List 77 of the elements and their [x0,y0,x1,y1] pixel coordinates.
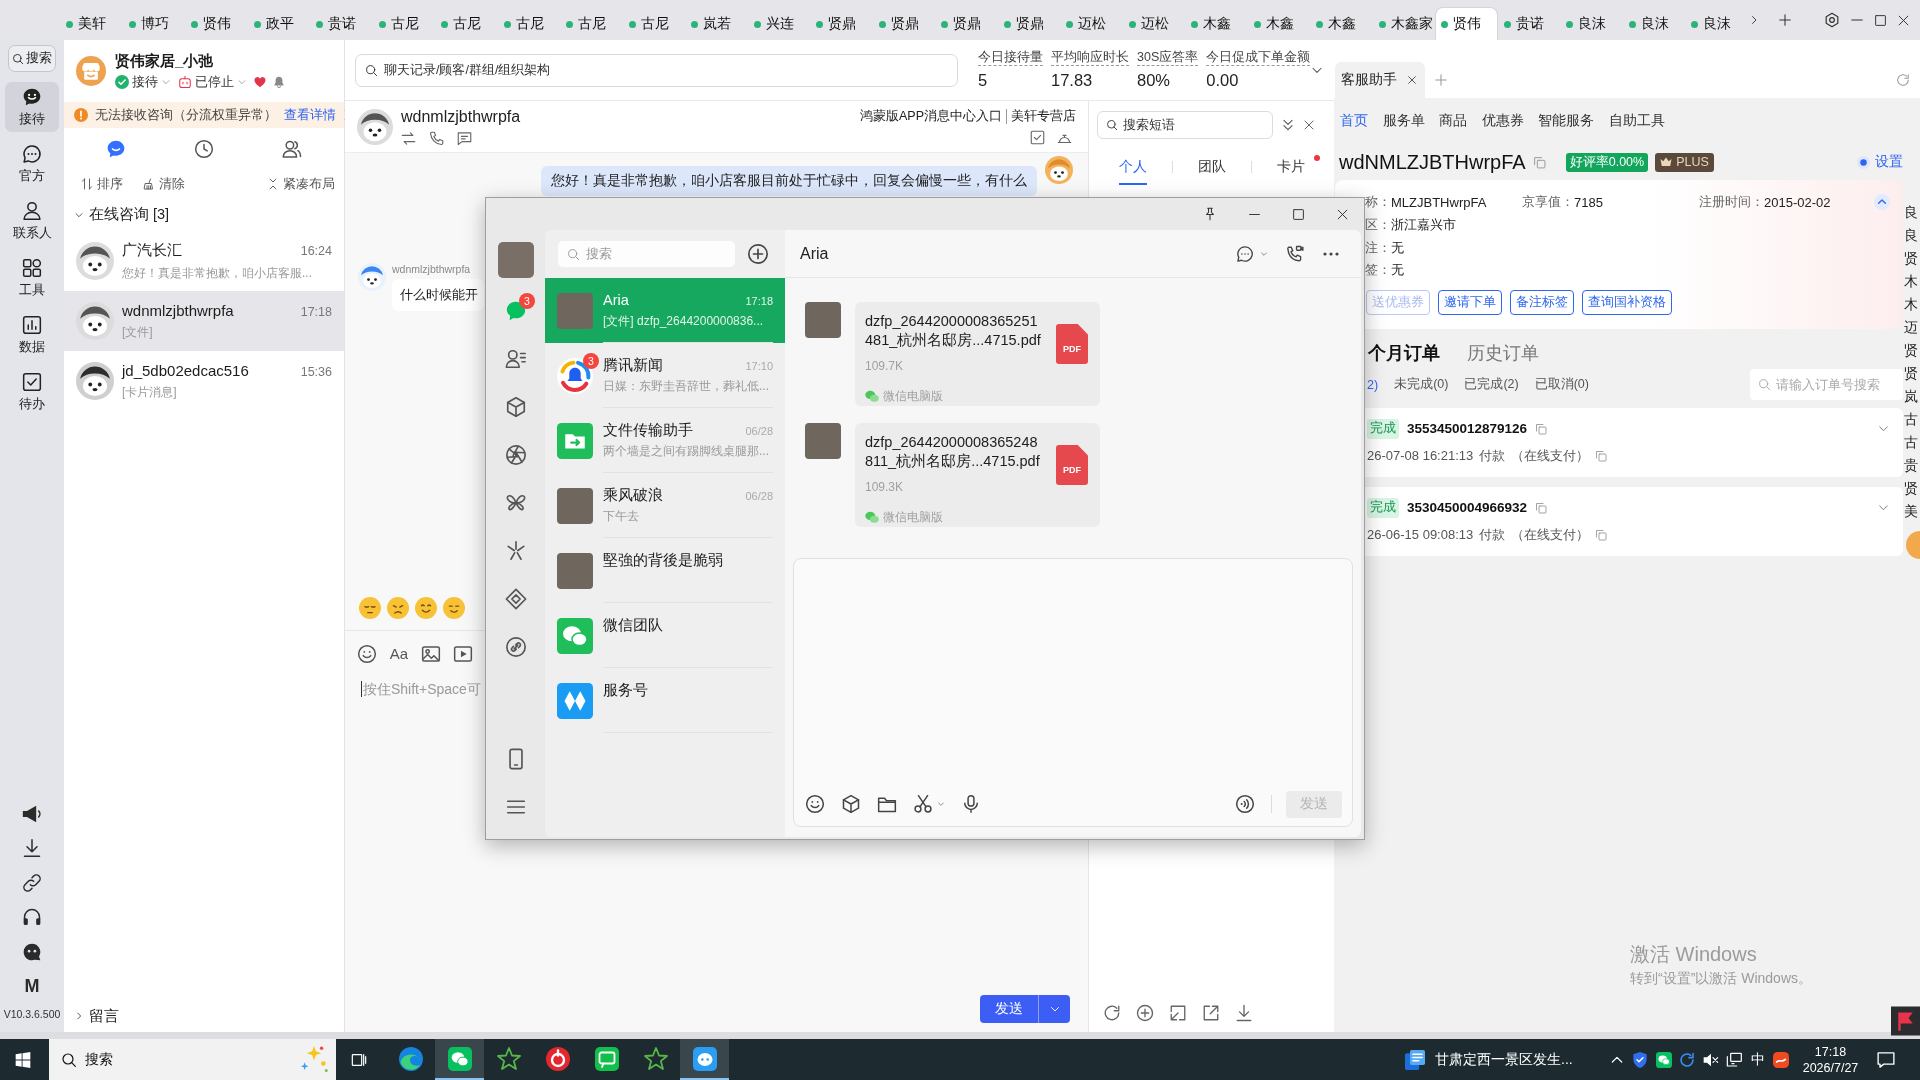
status-tag: 完成 [1367,418,1399,439]
order-action: 付款 [1479,525,1506,544]
chat-preview: 两个墙是之间有踢脚线桌腿那... [603,444,770,459]
contact-name: 广汽长汇 [122,240,182,260]
warning-text: 无法接收咨询（分流权重异常） [95,106,277,124]
info-value: MLZJBTHwrpFA [1391,194,1488,210]
payment-method: （在线支付） [1511,446,1590,465]
message-bubble: 您好！真是非常抱歉，咱小店客服目前处于忙碌中，回复会偏慢一些，有什么 [541,166,1037,196]
file-size: 109.3K [865,479,905,495]
chat-time: 17:10 [745,360,773,372]
chat-name: 文件传输助手 [603,421,693,439]
chat-name: 乘风破浪 [603,486,663,504]
message-preview: 您好！真是非常抱歉，咱小店客服... [122,264,313,282]
info-label: 京享值： [1522,193,1574,212]
file-name: dzfp_26442000008365251481_杭州名邸房...4715.pdf [865,312,1042,350]
pdf-file-icon: PDF [1056,324,1088,364]
sender-name: wdnmlzjbthwrpfa [392,263,472,275]
chat-title: Aria [800,244,829,263]
payment-method: （在线支付） [1511,525,1590,544]
stat-value: 80% [1137,70,1172,90]
chat-name: Aria [603,291,629,309]
order-action: 付款 [1479,446,1506,465]
version-label: V10.3.6.500 [3,1008,61,1020]
chat-time: 06/28 [745,490,773,502]
chat-name: 服务号 [603,681,648,699]
source-label: 微信电脑版 [883,509,943,526]
source-label: 微信电脑版 [883,388,943,405]
chat-preview: 下午去 [603,509,640,524]
activation-hint: 转到“设置”以激活 Windows。 [1630,970,1812,987]
chat-name: 微信团队 [603,616,663,634]
chat-preview: 日媒：东野圭吾辞世，葬礼低... [603,379,770,394]
stat-label: 今日接待量 [978,50,1043,66]
info-label: 区： [1365,216,1391,235]
unread-badge: 3 [519,293,535,309]
info-value: 浙江嘉兴市 [1391,216,1457,235]
chat-time: 06/28 [745,425,773,437]
stat-label: 今日促成下单金额 [1206,50,1311,66]
file-size: 109.7K [865,358,905,374]
stat-value: 5 [978,70,989,90]
account-name: 贤伟家居_小弛 [115,51,215,70]
message-preview: [文件] [122,323,154,341]
order-number: 3530450004966932 [1407,500,1528,516]
message-time: 15:36 [300,364,332,379]
info-label: 注： [1365,238,1391,257]
stat-value: 0.00 [1206,70,1240,90]
unread-badge: 3 [583,352,599,369]
message-preview: [卡片消息] [122,383,178,401]
order-time: 26-07-08 16:21:13 [1367,448,1474,464]
info-value: 7185 [1574,194,1604,210]
contact-name: jd_5db02edcac516 [122,361,249,379]
customer-id: wdNMLZJBTHwrpFA [1339,150,1526,174]
stat-label: 30S应答率 [1137,50,1199,66]
stat-label: 平均响应时长 [1051,50,1129,66]
info-label: 注册时间： [1699,193,1764,212]
info-label: 签： [1365,261,1391,280]
contact-name: wdnmlzjbthwrpfa [122,301,234,319]
stat-value: 17.83 [1051,70,1094,90]
chat-preview: [文件] dzfp_2644200000836... [603,314,765,329]
order-time: 26-06-15 09:08:13 [1367,527,1474,543]
file-name: dzfp_26442000008365248811_杭州名邸房...4715.pdf [865,433,1041,471]
pdf-file-icon: PDF [1056,445,1088,485]
customer-name: wdnmlzjbthwrpfa [401,107,521,126]
status-tag: 完成 [1367,497,1399,518]
info-value: 2015-02-02 [1764,194,1831,210]
info-value: 无 [1391,238,1405,257]
order-number: 3553450012879126 [1407,421,1528,437]
chat-name: 腾讯新闻 [603,356,663,374]
info-label: 称： [1365,193,1391,212]
chat-time: 17:18 [745,295,773,307]
info-value: 无 [1391,261,1405,280]
rating-tag: 好评率0.00% [1565,152,1649,172]
message-time: 17:18 [300,304,332,319]
chat-name: 堅強的背後是脆弱 [603,551,723,569]
message-bubble: 什么时候能开 [392,279,484,311]
message-time: 16:24 [300,243,332,258]
activation-title: 激活 Windows [1630,942,1758,966]
member-level: PLUS [1676,155,1709,169]
